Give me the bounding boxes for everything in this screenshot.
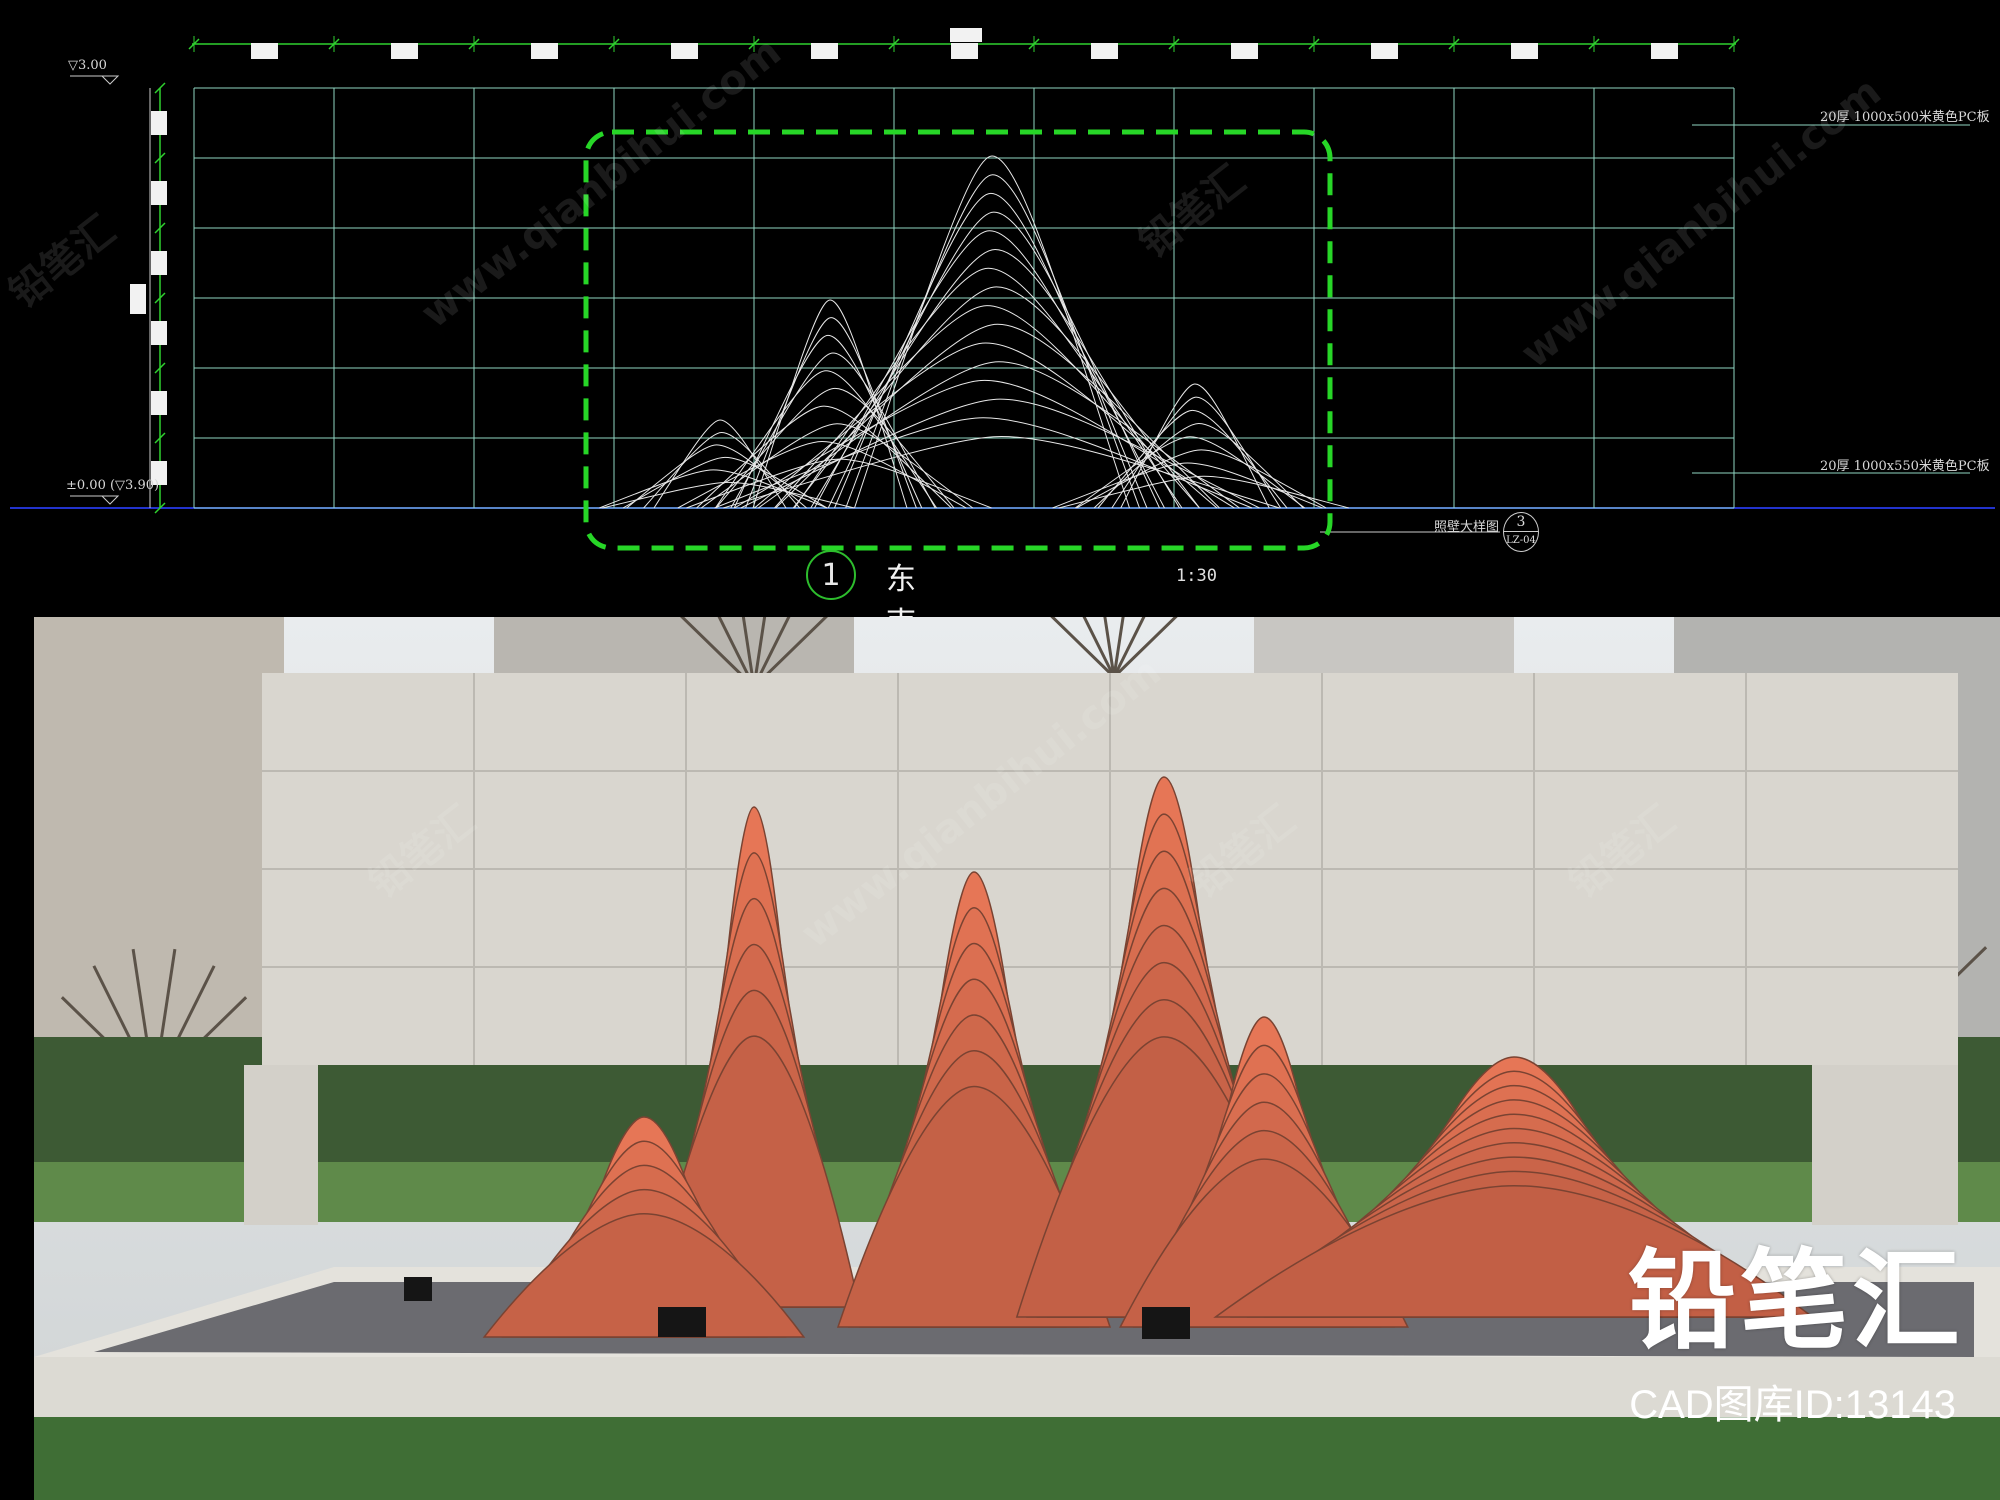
- detail-ref-badge: 3 LZ-04: [1503, 512, 1539, 552]
- dimension-label-block: [1231, 43, 1258, 59]
- dimension-label-block: [1371, 43, 1398, 59]
- contour-line: [827, 211, 1160, 509]
- dimension-label-block: [251, 43, 278, 59]
- cad-linework: [10, 28, 1995, 551]
- spotlight: [404, 1277, 432, 1301]
- wall-panel-grid: [193, 87, 1735, 509]
- dimension-label-block: [391, 43, 418, 59]
- dimension-label-block: [951, 43, 978, 59]
- material-note-top: 20厚 1000x500米黄色PC板: [1820, 110, 1990, 125]
- spotlight: [1142, 1307, 1190, 1339]
- dimension-label-block: [811, 43, 838, 59]
- brand-id-text: CAD图库ID:13143: [1629, 1383, 1956, 1427]
- drawing-scale: 1:30: [1176, 566, 1217, 586]
- material-note-bottom: 20厚 1000x550米黄色PC板: [1820, 459, 1990, 474]
- contour-line: [730, 352, 936, 509]
- contour-line: [814, 230, 1165, 509]
- detail-ref-label: 照壁大样图: [1434, 520, 1500, 535]
- dimension-label-block: [950, 28, 982, 42]
- dimension-label-block: [151, 111, 167, 135]
- dimension-label-block: [671, 43, 698, 59]
- detail-ref-sheet: LZ-04: [1504, 531, 1538, 550]
- contour-line: [745, 317, 917, 509]
- contour-line: [810, 248, 1180, 509]
- dimension-label-block: [1651, 43, 1678, 59]
- highlight-dashed-box: [583, 129, 1333, 551]
- wall-left-pier: [244, 1065, 318, 1225]
- contour-line: [734, 379, 1235, 509]
- contour-line: [696, 405, 952, 509]
- dimension-label-block: [151, 391, 167, 415]
- contour-line: [775, 323, 1220, 509]
- dimension-label-block: [151, 251, 167, 275]
- dimension-label-block: [130, 284, 146, 314]
- contour-line: [1111, 396, 1282, 509]
- wall-right-pier: [1812, 1065, 1958, 1225]
- level-label-top: ▽3.00: [68, 58, 107, 73]
- spotlight: [658, 1307, 706, 1337]
- dimension-label-block: [1091, 43, 1118, 59]
- detail-ref-number: 3: [1516, 514, 1526, 530]
- building-back: [494, 617, 854, 677]
- mountain-sculpture-outline: [599, 155, 1350, 509]
- site-photo: 铅笔汇 CAD图库ID:13143: [34, 617, 2000, 1500]
- brand-logo-text: 铅笔汇: [1627, 1239, 1964, 1364]
- drawing-number-circle: 1: [806, 550, 856, 600]
- dimension-label-block: [151, 181, 167, 205]
- dimension-label-block: [151, 321, 167, 345]
- dimension-label-block: [531, 43, 558, 59]
- contour-line: [845, 174, 1140, 509]
- level-marker-bottom: [70, 495, 120, 505]
- left-dimension-labels: [130, 111, 167, 485]
- left-dimension-ticks: [149, 82, 166, 514]
- level-label-bottom: ±0.00 (▽3.90): [66, 478, 160, 493]
- level-marker-top: [70, 75, 120, 85]
- cad-elevation-drawing: ▽3.00 ±0.00 (▽3.90) 20厚 1000x500米黄色PC板 2…: [0, 0, 2000, 1003]
- dimension-label-block: [1511, 43, 1538, 59]
